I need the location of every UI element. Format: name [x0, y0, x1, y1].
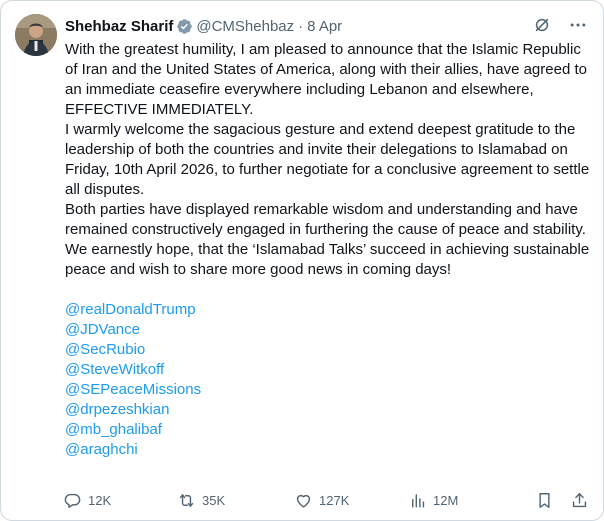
mention-link[interactable]: @drpezeshkian [65, 400, 595, 420]
mention-link[interactable]: @SteveWitkoff [65, 360, 595, 380]
mention-link[interactable]: @JDVance [65, 320, 595, 340]
views-button[interactable]: 12M [408, 491, 521, 510]
repost-button[interactable]: 35K [177, 491, 294, 510]
share-icon[interactable] [570, 491, 589, 510]
mention-link[interactable]: @SecRubio [65, 340, 595, 360]
grok-icon[interactable] [531, 14, 553, 36]
like-count: 127K [319, 492, 350, 508]
heart-icon [296, 494, 311, 508]
like-button[interactable]: 127K [294, 491, 408, 510]
repost-count: 35K [202, 492, 226, 508]
mention-link[interactable]: @SEPeaceMissions [65, 380, 595, 400]
more-icon[interactable] [567, 14, 589, 36]
repost-icon [179, 493, 194, 507]
author-name[interactable]: Shehbaz Sharif [65, 18, 173, 35]
views-icon [412, 493, 425, 508]
reply-icon [64, 493, 81, 508]
verified-badge-icon [177, 18, 193, 34]
reply-button[interactable]: 12K [63, 491, 177, 510]
tweet-card[interactable]: Shehbaz Sharif @CMShehbaz · 8 Apr With t… [0, 0, 604, 521]
mention-link[interactable]: @realDonaldTrump [65, 300, 595, 320]
avatar-image [15, 14, 57, 56]
reply-count: 12K [88, 492, 112, 508]
tweet-paragraph: Both parties have displayed remarkable w… [65, 201, 590, 278]
tweet-paragraph: I warmly welcome the sagacious gesture a… [65, 121, 590, 198]
header-separator: · [298, 17, 304, 35]
bookmark-icon[interactable] [535, 491, 554, 510]
top-actions [531, 14, 589, 36]
end-actions [535, 491, 589, 510]
tweet-header: Shehbaz Sharif @CMShehbaz · 8 Apr [65, 15, 543, 37]
tweet-text: With the greatest humility, I am pleased… [65, 40, 595, 460]
mention-link[interactable]: @araghchi [65, 440, 595, 460]
avatar[interactable] [15, 14, 57, 56]
mention-list: @realDonaldTrump @JDVance @SecRubio @Ste… [65, 300, 595, 460]
mention-link[interactable]: @mb_ghalibaf [65, 420, 595, 440]
author-handle[interactable]: @CMShehbaz [196, 18, 294, 35]
action-bar: 12K 35K 127K 12M [63, 489, 589, 511]
tweet-paragraph: With the greatest humility, I am pleased… [65, 41, 587, 118]
tweet-date[interactable]: 8 Apr [307, 18, 342, 35]
views-count: 12M [433, 492, 459, 508]
